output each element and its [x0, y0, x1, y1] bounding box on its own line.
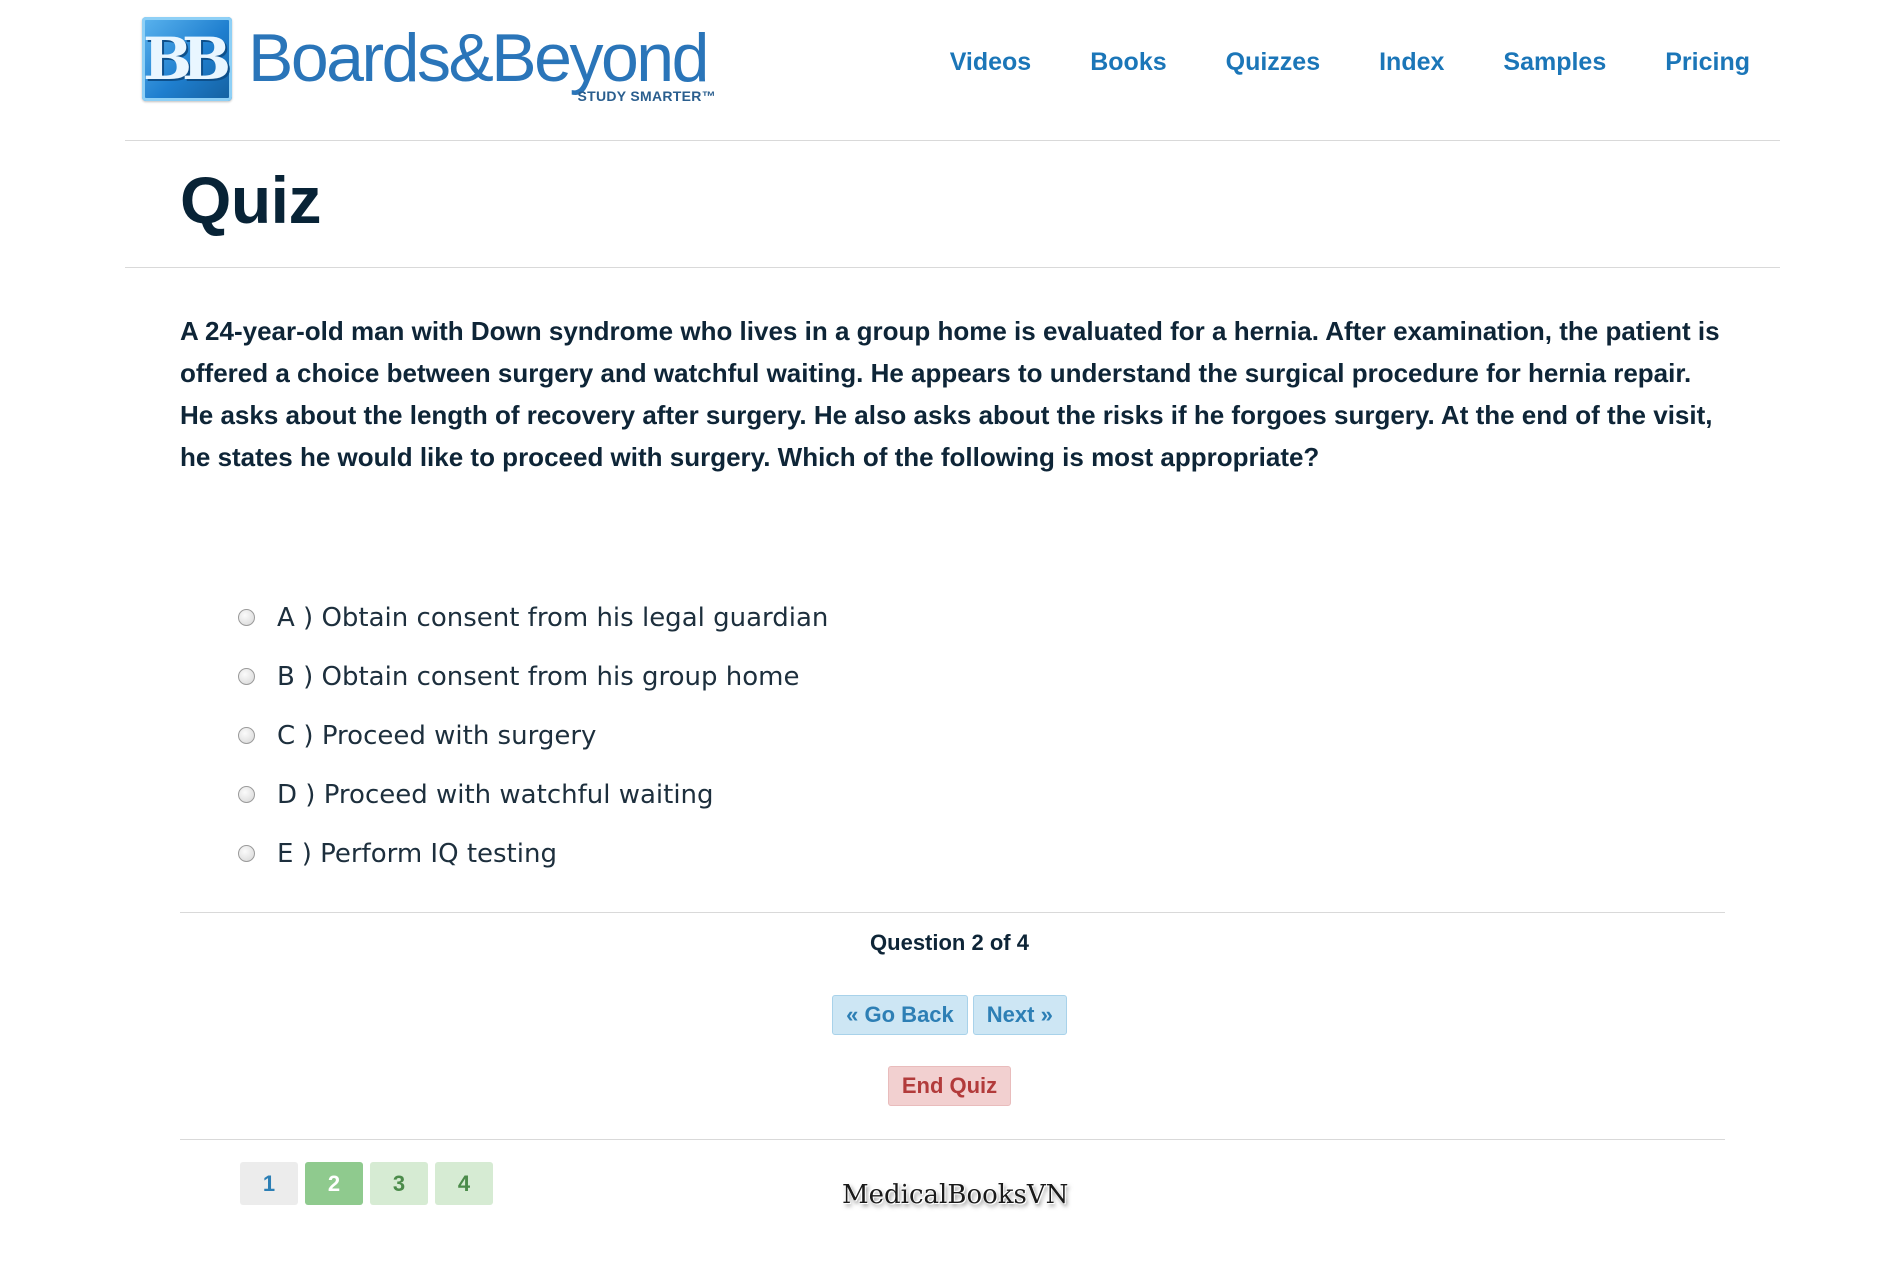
- site-logo[interactable]: BB Boards&Beyond STUDY SMARTER™: [142, 17, 718, 117]
- watermark: MedicalBooksVN: [842, 1180, 1069, 1210]
- radio-b[interactable]: [238, 668, 255, 685]
- answers-divider: [180, 912, 1725, 913]
- logo-mark-icon: BB: [142, 17, 232, 101]
- answer-label-c[interactable]: C ) Proceed with surgery: [277, 721, 596, 751]
- page-button-1[interactable]: 1: [240, 1162, 298, 1205]
- radio-c[interactable]: [238, 727, 255, 744]
- answer-option-d[interactable]: D ) Proceed with watchful waiting: [238, 765, 828, 824]
- answer-label-d[interactable]: D ) Proceed with watchful waiting: [277, 780, 714, 810]
- main-nav: Videos Books Quizzes Index Samples Prici…: [891, 48, 1750, 77]
- end-quiz-wrap: End Quiz: [0, 1066, 1899, 1106]
- answer-option-a[interactable]: A ) Obtain consent from his legal guardi…: [238, 588, 828, 647]
- title-divider: [125, 267, 1780, 268]
- nav-samples[interactable]: Samples: [1503, 48, 1606, 77]
- answer-label-a[interactable]: A ) Obtain consent from his legal guardi…: [277, 603, 828, 633]
- end-quiz-button[interactable]: End Quiz: [887, 1066, 1012, 1106]
- nav-pricing[interactable]: Pricing: [1665, 48, 1750, 77]
- question-text: A 24-year-old man with Down syndrome who…: [180, 316, 1720, 472]
- page-button-2[interactable]: 2: [305, 1162, 363, 1205]
- question-pagination: 1 2 3 4: [240, 1162, 493, 1205]
- header-divider: [125, 140, 1780, 141]
- logo-word: Boards&Beyond: [248, 20, 709, 96]
- answer-label-b[interactable]: B ) Obtain consent from his group home: [277, 662, 800, 692]
- page-button-4[interactable]: 4: [435, 1162, 493, 1205]
- radio-d[interactable]: [238, 786, 255, 803]
- logo-wordmark: Boards&Beyond STUDY SMARTER™: [248, 17, 718, 117]
- page-title: Quiz: [180, 163, 322, 237]
- quiz-navigation: « Go Back Next »: [0, 995, 1899, 1035]
- radio-a[interactable]: [238, 609, 255, 626]
- nav-books[interactable]: Books: [1090, 48, 1166, 77]
- nav-quizzes[interactable]: Quizzes: [1226, 48, 1320, 77]
- question-counter: Question 2 of 4: [870, 930, 1029, 955]
- answer-option-c[interactable]: C ) Proceed with surgery: [238, 706, 828, 765]
- answer-option-b[interactable]: B ) Obtain consent from his group home: [238, 647, 828, 706]
- quiz-page: BB Boards&Beyond STUDY SMARTER™ Videos B…: [0, 0, 1899, 1262]
- nav-videos[interactable]: Videos: [950, 48, 1032, 77]
- answer-option-e[interactable]: E ) Perform IQ testing: [238, 824, 828, 883]
- go-back-button[interactable]: « Go Back: [832, 995, 968, 1035]
- page-button-3[interactable]: 3: [370, 1162, 428, 1205]
- site-header: BB Boards&Beyond STUDY SMARTER™ Videos B…: [125, 0, 1780, 140]
- radio-e[interactable]: [238, 845, 255, 862]
- answer-list: A ) Obtain consent from his legal guardi…: [238, 588, 828, 883]
- next-button[interactable]: Next »: [972, 995, 1067, 1035]
- answer-label-e[interactable]: E ) Perform IQ testing: [277, 839, 557, 869]
- nav-index[interactable]: Index: [1379, 48, 1444, 77]
- logo-tagline: STUDY SMARTER™: [577, 88, 716, 104]
- pagination-divider: [180, 1139, 1725, 1140]
- logo-mark-text: BB: [142, 25, 231, 93]
